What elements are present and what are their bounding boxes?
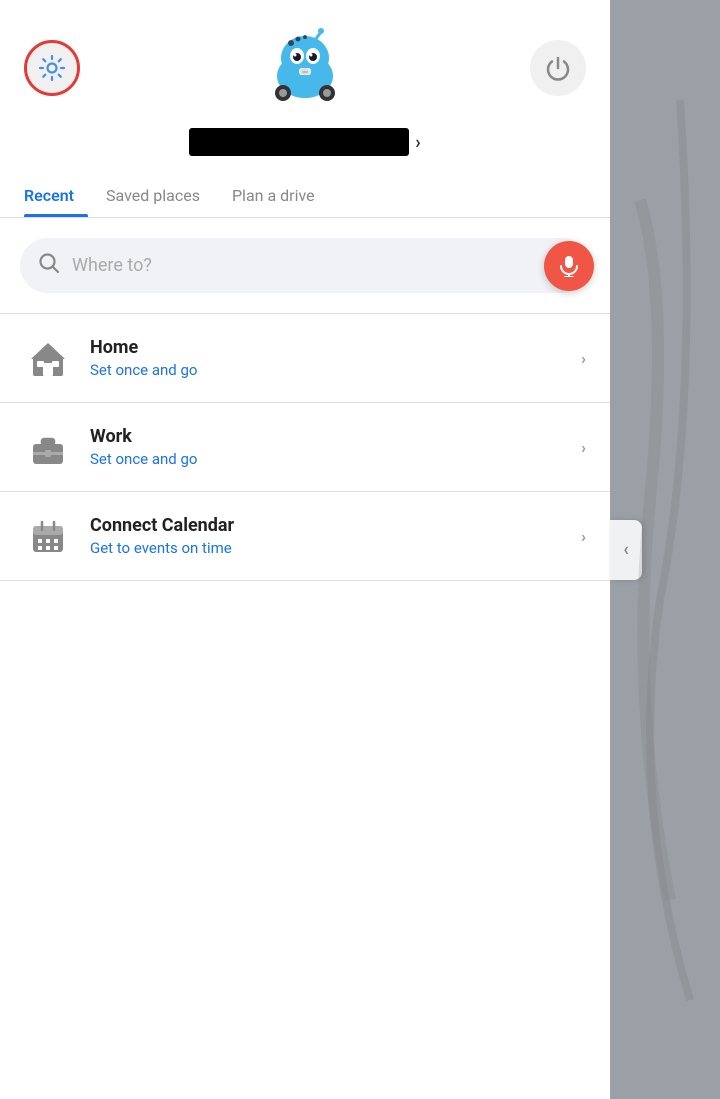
work-text: Work Set once and go bbox=[90, 426, 581, 468]
tab-saved-places[interactable]: Saved places bbox=[106, 176, 214, 217]
power-button[interactable] bbox=[530, 40, 586, 96]
side-panel: ‹ bbox=[610, 0, 720, 1099]
work-subtitle: Set once and go bbox=[90, 450, 581, 468]
calendar-text: Connect Calendar Get to events on time bbox=[90, 515, 581, 557]
gear-icon bbox=[38, 54, 66, 82]
home-chevron: › bbox=[581, 349, 586, 368]
search-container: Where to? bbox=[0, 218, 610, 313]
main-panel: › Recent Saved places Plan a drive Where… bbox=[0, 0, 610, 1099]
home-title: Home bbox=[90, 337, 581, 358]
search-icon bbox=[38, 252, 60, 279]
list-item-home[interactable]: Home Set once and go › bbox=[0, 314, 610, 402]
calendar-subtitle: Get to events on time bbox=[90, 539, 581, 557]
work-title: Work bbox=[90, 426, 581, 447]
calendar-title: Connect Calendar bbox=[90, 515, 581, 536]
header bbox=[0, 0, 610, 124]
waze-logo bbox=[265, 28, 345, 108]
waze-mascot bbox=[265, 28, 345, 108]
search-placeholder: Where to? bbox=[72, 255, 572, 276]
map-texture bbox=[610, 0, 720, 1099]
mic-icon bbox=[558, 255, 580, 277]
calendar-icon bbox=[24, 512, 72, 560]
tab-recent[interactable]: Recent bbox=[24, 176, 88, 217]
home-icon bbox=[24, 334, 72, 382]
list-item-calendar[interactable]: Connect Calendar Get to events on time › bbox=[0, 492, 610, 580]
divider-4 bbox=[0, 580, 610, 581]
calendar-chevron: › bbox=[581, 527, 586, 546]
username-chevron: › bbox=[415, 132, 420, 153]
username-redacted bbox=[189, 128, 409, 156]
work-icon bbox=[24, 423, 72, 471]
settings-button[interactable] bbox=[24, 40, 80, 96]
tab-plan-a-drive[interactable]: Plan a drive bbox=[232, 176, 329, 217]
tabs-container: Recent Saved places Plan a drive bbox=[0, 176, 610, 218]
home-subtitle: Set once and go bbox=[90, 361, 581, 379]
power-icon bbox=[545, 55, 571, 81]
home-text: Home Set once and go bbox=[90, 337, 581, 379]
search-bar[interactable]: Where to? bbox=[20, 238, 590, 293]
username-bar[interactable]: › bbox=[0, 124, 610, 176]
mic-button[interactable] bbox=[544, 241, 594, 291]
list-item-work[interactable]: Work Set once and go › bbox=[0, 403, 610, 491]
work-chevron: › bbox=[581, 438, 586, 457]
